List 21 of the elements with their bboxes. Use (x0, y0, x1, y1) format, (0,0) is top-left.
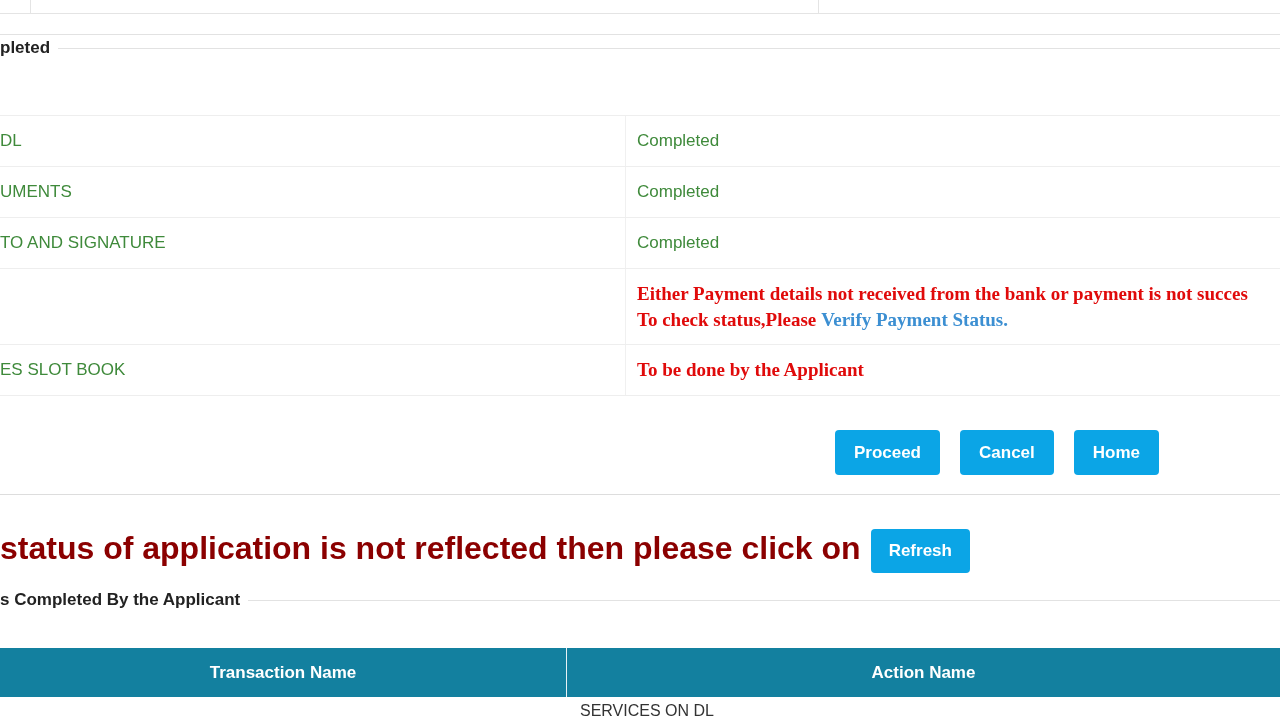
task-name: UMENTS (0, 182, 72, 202)
task-name: ES SLOT BOOK (0, 360, 126, 380)
status-message: Either Payment details not received from the bank or payment is not succes (637, 281, 1248, 306)
verify-payment-link[interactable]: Verify Payment Status. (821, 306, 1008, 333)
column-header: Transaction Name (209, 662, 357, 683)
action-button[interactable]: Cancel (960, 430, 1054, 475)
section-legend: pleted (0, 38, 51, 58)
section-legend: s Completed By the Applicant (0, 590, 241, 610)
notice-text: status of application is not reflected then please click on (0, 530, 861, 566)
task-name: DL (0, 131, 22, 151)
refresh-button[interactable]: Refresh (870, 529, 970, 573)
action-button[interactable]: Proceed (834, 430, 940, 475)
task-name: TO AND SIGNATURE (0, 233, 166, 253)
status-message: To be done by the Applicant (637, 358, 864, 382)
status-text: Completed (637, 131, 720, 151)
status-note: To check status,Please (637, 307, 817, 332)
action-button[interactable]: Home (1073, 430, 1159, 475)
status-text: Completed (637, 233, 720, 253)
status-text: Completed (637, 182, 720, 202)
table-cell: SERVICES ON DL (580, 702, 714, 719)
column-header: Action Name (871, 662, 976, 683)
